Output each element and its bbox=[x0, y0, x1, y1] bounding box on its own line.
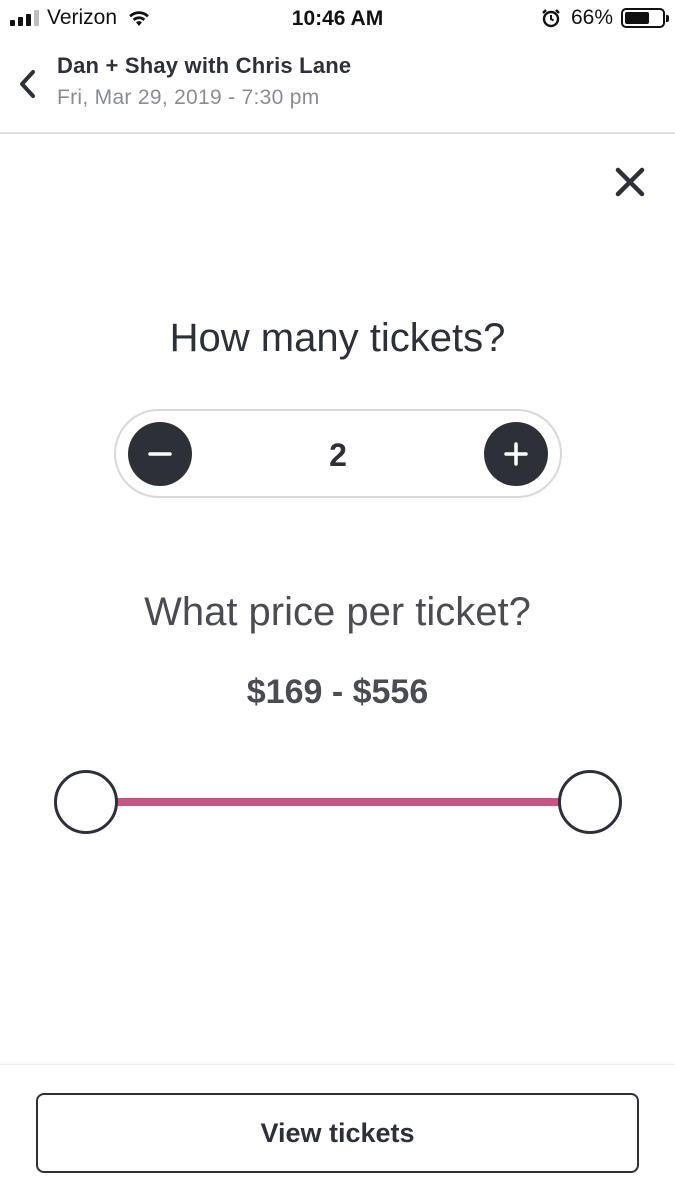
price-question: What price per ticket? bbox=[144, 590, 531, 634]
increase-quantity-button[interactable] bbox=[484, 422, 548, 486]
price-range-slider[interactable] bbox=[54, 770, 622, 834]
event-date: Fri, Mar 29, 2019 - 7:30 pm bbox=[57, 86, 320, 109]
close-button[interactable] bbox=[608, 160, 652, 204]
quantity-stepper: 2 bbox=[114, 409, 562, 498]
status-right: 66% bbox=[541, 6, 669, 30]
view-tickets-button[interactable]: View tickets bbox=[36, 1093, 639, 1173]
event-title: Dan + Shay with Chris Lane bbox=[57, 53, 352, 78]
status-bar: Verizon 10:46 AM 66% bbox=[0, 0, 675, 36]
battery-level bbox=[625, 12, 649, 24]
alarm-icon bbox=[542, 9, 560, 28]
slider-handle-min[interactable] bbox=[54, 770, 118, 834]
back-button[interactable] bbox=[10, 64, 44, 104]
chevron-left-icon bbox=[20, 70, 35, 98]
price-range: $169 - $556 bbox=[246, 673, 429, 711]
close-icon bbox=[615, 167, 645, 197]
slider-handle-max[interactable] bbox=[558, 770, 622, 834]
event-header: Dan + Shay with Chris Lane Fri, Mar 29, … bbox=[0, 36, 675, 134]
battery-percent: 66% bbox=[570, 6, 613, 29]
plus-icon bbox=[504, 442, 528, 466]
quantity-question: How many tickets? bbox=[169, 316, 506, 360]
ticket-quantity-screen: Verizon 10:46 AM 66% Dan + Shay with Chr… bbox=[0, 0, 675, 1200]
slider-track bbox=[86, 798, 590, 806]
battery-icon bbox=[621, 8, 669, 28]
footer: View tickets bbox=[0, 1064, 675, 1200]
